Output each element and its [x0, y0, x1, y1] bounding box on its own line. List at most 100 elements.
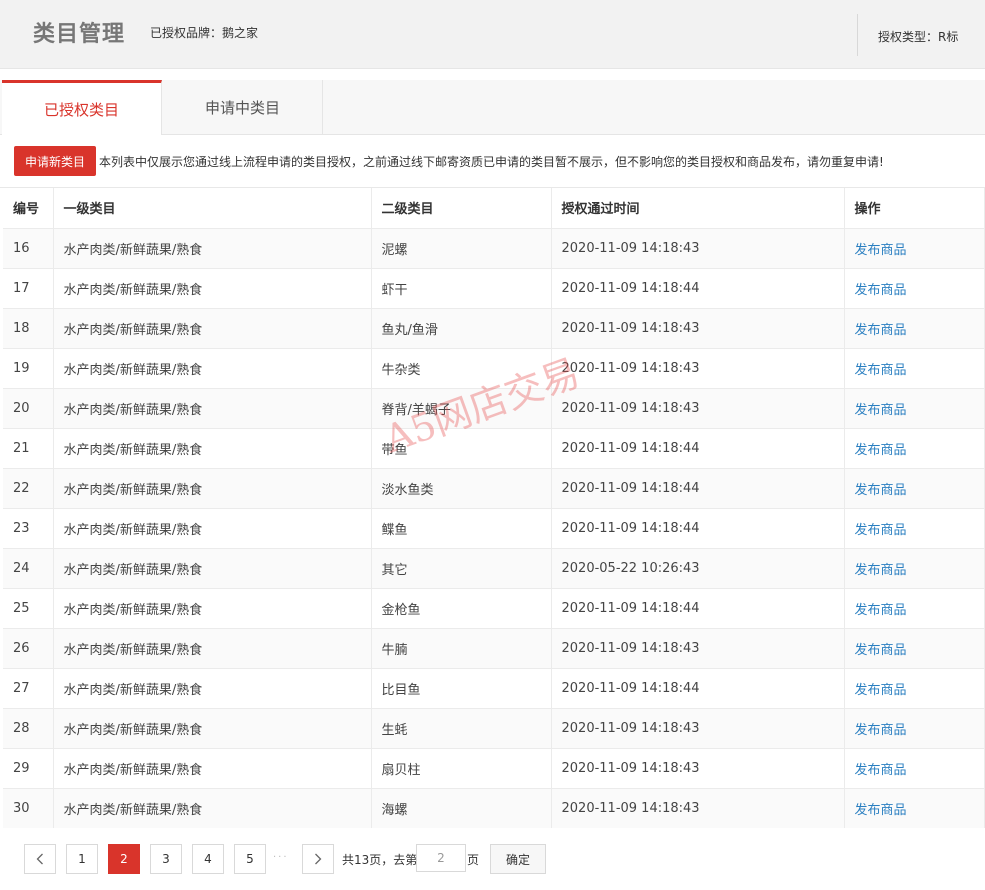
cell-level1-category: 水产肉类/新鲜蔬果/熟食	[53, 628, 372, 669]
cell-action: 发布商品	[844, 228, 985, 269]
cell-approved-time: 2020-11-09 14:18:43	[551, 748, 845, 789]
table-row: 17 水产肉类/新鲜蔬果/熟食 虾干 2020-11-09 14:18:44 发布商品	[3, 268, 985, 309]
cell-approved-time: 2020-11-09 14:18:43	[551, 308, 845, 349]
cell-level1-category: 水产肉类/新鲜蔬果/熟食	[53, 668, 372, 709]
table-row: 27 水产肉类/新鲜蔬果/熟食 比目鱼 2020-11-09 14:18:44 发布商品	[3, 668, 985, 709]
publish-product-link[interactable]: 发布商品	[855, 563, 907, 578]
cell-action: 发布商品	[844, 548, 985, 589]
publish-product-link[interactable]: 发布商品	[855, 803, 907, 818]
cell-action: 发布商品	[844, 388, 985, 429]
publish-product-link[interactable]: 发布商品	[855, 763, 907, 778]
chevron-right-icon	[315, 853, 322, 865]
category-table: 编号 一级类目 二级类目 授权通过时间 操作 16 水产肉类/新鲜蔬果/熟食 泥螺 2…	[3, 188, 985, 829]
cell-id: 30	[3, 788, 54, 829]
cell-level1-category: 水产肉类/新鲜蔬果/熟食	[53, 588, 372, 629]
cell-action: 发布商品	[844, 628, 985, 669]
cell-action: 发布商品	[844, 508, 985, 549]
cell-approved-time: 2020-11-09 14:18:43	[551, 628, 845, 669]
prev-page-button[interactable]	[24, 844, 56, 874]
page-button-3[interactable]: 3	[150, 844, 182, 874]
cell-level2-category: 脊背/羊蝎子	[371, 388, 552, 429]
cell-action: 发布商品	[844, 348, 985, 389]
cell-level1-category: 水产肉类/新鲜蔬果/熟食	[53, 388, 372, 429]
cell-approved-time: 2020-11-09 14:18:43	[551, 708, 845, 749]
cell-action: 发布商品	[844, 788, 985, 829]
apply-new-category-button[interactable]: 申请新类目	[14, 146, 96, 176]
publish-product-link[interactable]: 发布商品	[855, 243, 907, 258]
cell-id: 16	[3, 228, 54, 269]
column-header-approved-time: 授权通过时间	[551, 188, 845, 229]
cell-id: 28	[3, 708, 54, 749]
column-header-level1: 一级类目	[53, 188, 372, 229]
page-button-4[interactable]: 4	[192, 844, 224, 874]
cell-id: 23	[3, 508, 54, 549]
header-divider	[857, 14, 858, 56]
cell-level1-category: 水产肉类/新鲜蔬果/熟食	[53, 268, 372, 309]
cell-level1-category: 水产肉类/新鲜蔬果/熟食	[53, 748, 372, 789]
cell-level1-category: 水产肉类/新鲜蔬果/熟食	[53, 548, 372, 589]
table-row: 24 水产肉类/新鲜蔬果/熟食 其它 2020-05-22 10:26:43 发布商品	[3, 548, 985, 589]
table-row: 16 水产肉类/新鲜蔬果/熟食 泥螺 2020-11-09 14:18:43 发布商品	[3, 228, 985, 269]
cell-id: 27	[3, 668, 54, 709]
goto-page-input[interactable]	[416, 844, 466, 872]
cell-approved-time: 2020-11-09 14:18:44	[551, 428, 845, 469]
column-header-level2: 二级类目	[371, 188, 552, 229]
publish-product-link[interactable]: 发布商品	[855, 323, 907, 338]
publish-product-link[interactable]: 发布商品	[855, 603, 907, 618]
pagination-ellipsis: ···	[273, 852, 289, 863]
cell-level2-category: 鱼丸/鱼滑	[371, 308, 552, 349]
tab-bar: 已授权类目 申请中类目	[0, 80, 985, 135]
next-page-button[interactable]	[302, 844, 334, 874]
cell-action: 发布商品	[844, 268, 985, 309]
publish-product-link[interactable]: 发布商品	[855, 643, 907, 658]
cell-action: 发布商品	[844, 308, 985, 349]
column-header-action: 操作	[844, 188, 985, 229]
cell-level2-category: 金枪鱼	[371, 588, 552, 629]
publish-product-link[interactable]: 发布商品	[855, 403, 907, 418]
publish-product-link[interactable]: 发布商品	[855, 683, 907, 698]
page-button-1[interactable]: 1	[66, 844, 98, 874]
publish-product-link[interactable]: 发布商品	[855, 443, 907, 458]
table-row: 30 水产肉类/新鲜蔬果/熟食 海螺 2020-11-09 14:18:43 发布商品	[3, 788, 985, 829]
publish-product-link[interactable]: 发布商品	[855, 723, 907, 738]
cell-approved-time: 2020-11-09 14:18:43	[551, 788, 845, 829]
cell-level2-category: 鲽鱼	[371, 508, 552, 549]
confirm-goto-button[interactable]: 确定	[490, 844, 546, 874]
cell-id: 22	[3, 468, 54, 509]
tab-authorized-categories[interactable]: 已授权类目	[2, 80, 162, 135]
publish-product-link[interactable]: 发布商品	[855, 283, 907, 298]
cell-id: 19	[3, 348, 54, 389]
cell-level2-category: 牛杂类	[371, 348, 552, 389]
pagination: 1 2 3 4 5 ··· 共13页，去第 页 确定	[0, 828, 985, 890]
cell-id: 21	[3, 428, 54, 469]
page-button-2-current[interactable]: 2	[108, 844, 140, 874]
cell-level2-category: 扇贝柱	[371, 748, 552, 789]
cell-approved-time: 2020-11-09 14:18:44	[551, 588, 845, 629]
authorized-brand: 已授权品牌：鹅之家	[150, 26, 259, 40]
publish-product-link[interactable]: 发布商品	[855, 523, 907, 538]
cell-action: 发布商品	[844, 588, 985, 629]
cell-level1-category: 水产肉类/新鲜蔬果/熟食	[53, 788, 372, 829]
cell-level1-category: 水产肉类/新鲜蔬果/熟食	[53, 228, 372, 269]
cell-level2-category: 淡水鱼类	[371, 468, 552, 509]
cell-approved-time: 2020-11-09 14:18:43	[551, 228, 845, 269]
table-row: 26 水产肉类/新鲜蔬果/熟食 牛腩 2020-11-09 14:18:43 发布商品	[3, 628, 985, 669]
table-row: 25 水产肉类/新鲜蔬果/熟食 金枪鱼 2020-11-09 14:18:44 发布商品	[3, 588, 985, 629]
cell-approved-time: 2020-11-09 14:18:44	[551, 508, 845, 549]
tab-pending-categories[interactable]: 申请中类目	[163, 80, 323, 134]
page-button-5[interactable]: 5	[234, 844, 266, 874]
publish-product-link[interactable]: 发布商品	[855, 363, 907, 378]
cell-level1-category: 水产肉类/新鲜蔬果/熟食	[53, 508, 372, 549]
table-row: 22 水产肉类/新鲜蔬果/熟食 淡水鱼类 2020-11-09 14:18:44 发布商…	[3, 468, 985, 509]
cell-level2-category: 比目鱼	[371, 668, 552, 709]
table-row: 29 水产肉类/新鲜蔬果/熟食 扇贝柱 2020-11-09 14:18:43 发布商品	[3, 748, 985, 789]
page-header: 类目管理 已授权品牌：鹅之家 授权类型：R标	[0, 0, 985, 69]
cell-id: 26	[3, 628, 54, 669]
publish-product-link[interactable]: 发布商品	[855, 483, 907, 498]
table-row: 28 水产肉类/新鲜蔬果/熟食 生蚝 2020-11-09 14:18:43 发布商品	[3, 708, 985, 749]
cell-approved-time: 2020-11-09 14:18:43	[551, 388, 845, 429]
cell-level1-category: 水产肉类/新鲜蔬果/熟食	[53, 428, 372, 469]
cell-level2-category: 虾干	[371, 268, 552, 309]
cell-id: 17	[3, 268, 54, 309]
cell-approved-time: 2020-05-22 10:26:43	[551, 548, 845, 589]
